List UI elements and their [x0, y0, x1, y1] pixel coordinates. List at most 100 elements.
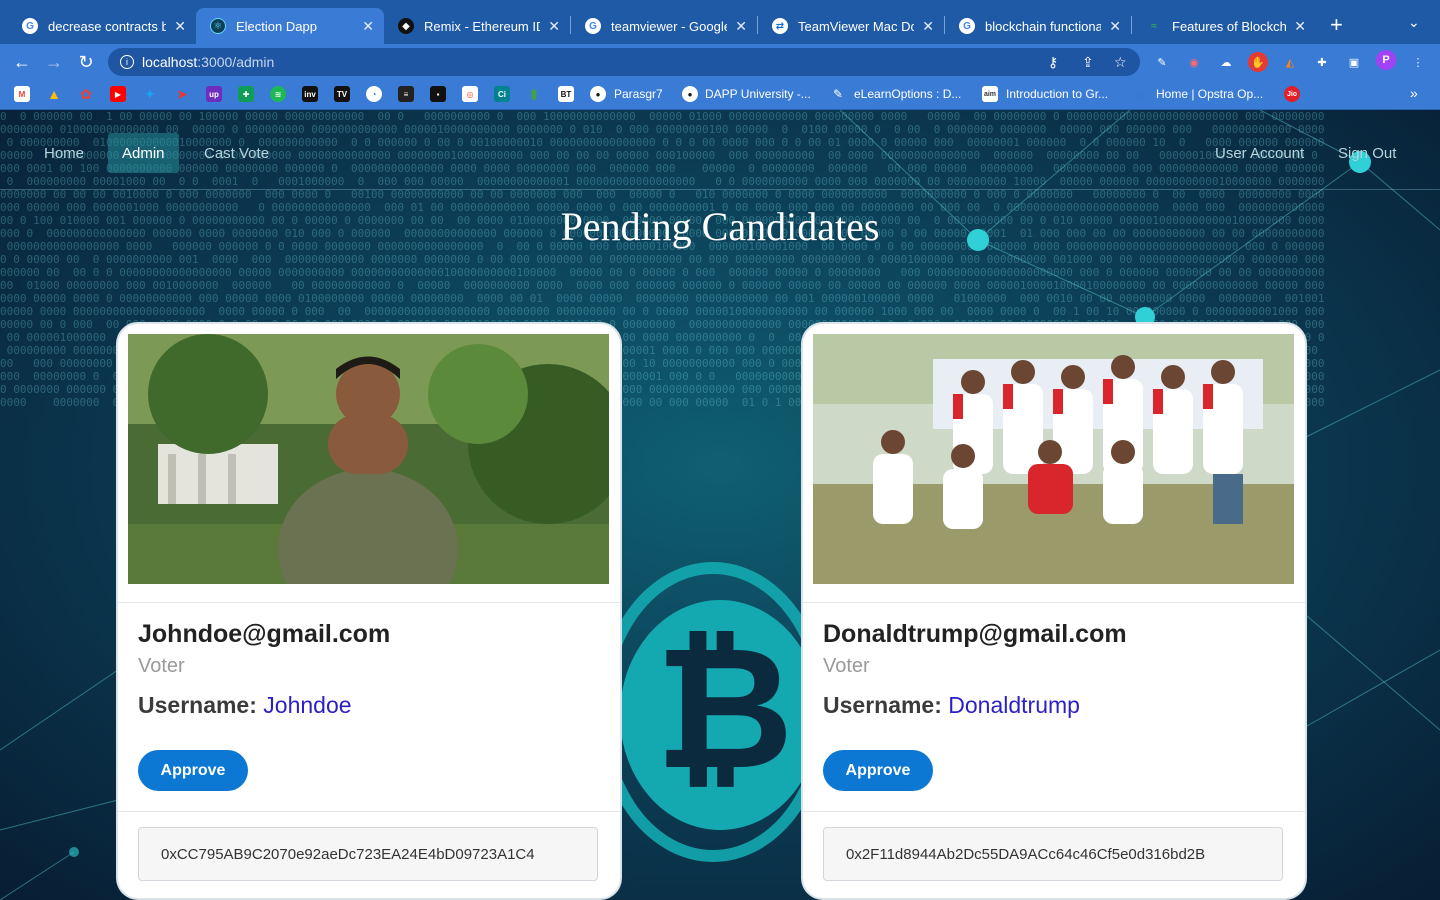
puzzle-extensions-icon[interactable]: ✚: [1312, 52, 1332, 72]
bookmark-app-icon[interactable]: ▪: [430, 86, 446, 102]
url-text: localhost:3000/admin: [142, 54, 274, 70]
bookmark-star-icon[interactable]: ☆: [1114, 54, 1127, 71]
nav-sign-out-link[interactable]: Sign Out: [1324, 133, 1410, 173]
address-bar[interactable]: i localhost:3000/admin ⚷ ⇪ ☆: [108, 48, 1140, 76]
browser-toolbar: ← → ↻ i localhost:3000/admin ⚷ ⇪ ☆ ✎ ◉ ☁…: [0, 44, 1440, 80]
nav-admin-link[interactable]: Admin: [108, 133, 179, 173]
tab-search-chevron-icon[interactable]: ⌄: [1408, 14, 1420, 31]
investing-icon[interactable]: inv: [302, 86, 318, 102]
bookmarks-overflow-icon[interactable]: »: [1410, 85, 1418, 101]
plus-app-icon[interactable]: ✚: [238, 86, 254, 102]
candidate-photo: [128, 334, 609, 584]
key-icon[interactable]: ⚷: [1048, 54, 1058, 71]
close-icon[interactable]: ✕: [548, 18, 560, 35]
share-icon[interactable]: ⇪: [1082, 54, 1094, 71]
username-value: Donaldtrump: [948, 692, 1080, 718]
bar-chart-icon[interactable]: ▮: [526, 86, 542, 102]
bookmark-dapp-university[interactable]: DAPP University -...: [705, 87, 811, 101]
google-icon: G: [585, 18, 601, 34]
close-icon[interactable]: ✕: [735, 18, 747, 35]
back-arrow-icon[interactable]: ←: [10, 50, 34, 74]
browser-tab[interactable]: G decrease contracts b ✕: [8, 8, 196, 44]
tab-title: Election Dapp: [236, 18, 317, 34]
browser-tab[interactable]: ≈ Features of Blockchai ✕: [1132, 8, 1316, 44]
card-divider: [803, 602, 1305, 603]
tradingview-icon[interactable]: TV: [334, 86, 350, 102]
close-icon[interactable]: ✕: [1294, 18, 1306, 35]
browser-tab[interactable]: ◆ Remix - Ethereum IDE ✕: [384, 8, 570, 44]
close-icon[interactable]: ✕: [922, 18, 934, 35]
teamviewer-icon: ⇄: [772, 18, 788, 34]
orange-app-icon[interactable]: ◎: [462, 86, 478, 102]
profile-avatar[interactable]: P: [1376, 50, 1396, 70]
github-icon[interactable]: ●: [590, 86, 606, 102]
wallet-address-field[interactable]: 0x2F11d8944Ab2Dc55DA9ACc64c46Cf5e0d316bd…: [823, 827, 1283, 881]
candidate-username: Username: Johndoe: [138, 692, 352, 719]
twitter-icon[interactable]: ✦: [142, 86, 158, 102]
new-tab-button[interactable]: +: [1330, 12, 1343, 38]
aim-icon[interactable]: aim: [982, 86, 998, 102]
opstra-icon[interactable]: ◌: [1133, 86, 1149, 102]
nav-user-account-link[interactable]: User Account: [1201, 133, 1318, 173]
username-label: Username:: [138, 692, 264, 718]
bookmark-introduction[interactable]: Introduction to Gr...: [1006, 87, 1108, 101]
candidate-card: Donaldtrump@gmail.com Voter Username: Do…: [803, 324, 1305, 898]
spotify-icon[interactable]: ≋: [270, 86, 286, 102]
tab-title: Remix - Ethereum IDE: [424, 18, 540, 34]
tab-title: TeamViewer Mac Dow: [798, 18, 915, 34]
candidate-role: Voter: [823, 655, 870, 677]
codeinfo-icon[interactable]: Ci: [494, 86, 510, 102]
card-divider: [118, 602, 620, 603]
url-host: localhost: [142, 54, 198, 70]
browser-tab-bar: G decrease contracts b ✕ ⚛ Election Dapp…: [0, 0, 1440, 44]
record-extension-icon[interactable]: ◉: [1184, 52, 1204, 72]
site-info-icon[interactable]: i: [120, 55, 134, 69]
metamask-fox-icon[interactable]: ◭: [1280, 52, 1300, 72]
tab-title: teamviewer - Google: [611, 18, 728, 34]
google-icon: G: [22, 18, 38, 34]
hand-extension-icon[interactable]: ✋: [1248, 52, 1268, 72]
jio-icon[interactable]: Jio: [1284, 86, 1300, 102]
pen-extension-icon[interactable]: ✎: [1152, 52, 1172, 72]
bookmark-opstra[interactable]: Home | Opstra Op...: [1156, 87, 1263, 101]
browser-tab[interactable]: G teamviewer - Google ✕: [571, 8, 757, 44]
circle-app-icon[interactable]: ◔: [366, 86, 382, 102]
reload-icon[interactable]: ↻: [74, 50, 98, 74]
gmail-icon[interactable]: M: [14, 86, 30, 102]
close-icon[interactable]: ✕: [362, 18, 374, 35]
close-icon[interactable]: ✕: [174, 18, 186, 35]
upwork-icon[interactable]: up: [206, 86, 222, 102]
browser-tab[interactable]: ⇄ TeamViewer Mac Dow ✕: [758, 8, 944, 44]
bt-icon[interactable]: BT: [558, 86, 574, 102]
candidate-photo: [813, 334, 1294, 584]
bird-icon[interactable]: ➤: [174, 86, 190, 102]
cloud-extension-icon[interactable]: ☁: [1216, 52, 1236, 72]
browser-tab-active[interactable]: ⚛ Election Dapp ✕: [196, 8, 384, 44]
kebab-menu-icon[interactable]: ⋮: [1408, 52, 1428, 72]
wallet-address-field[interactable]: 0xCC795AB9C2070e92aeDc723EA24E4bD09723A1…: [138, 827, 598, 881]
candidate-username: Username: Donaldtrump: [823, 692, 1080, 719]
site-icon: ≈: [1151, 20, 1157, 32]
url-path: :3000/admin: [197, 54, 275, 70]
approve-button[interactable]: Approve: [138, 750, 248, 791]
bitcoin-symbol-icon: ₿: [655, 610, 794, 808]
sidebar-toggle-icon[interactable]: ▣: [1344, 52, 1364, 72]
username-label: Username:: [823, 692, 949, 718]
photos-icon[interactable]: ✿: [78, 86, 94, 102]
bookmark-elearnoptions[interactable]: eLearnOptions : D...: [854, 87, 961, 101]
approve-button[interactable]: Approve: [823, 750, 933, 791]
nav-home-link[interactable]: Home: [30, 133, 98, 173]
close-icon[interactable]: ✕: [1109, 18, 1121, 35]
username-value: Johndoe: [263, 692, 352, 718]
news-icon[interactable]: ≡: [398, 86, 414, 102]
elearn-icon[interactable]: ✎: [830, 86, 846, 102]
candidate-role: Voter: [138, 655, 185, 677]
bookmark-parasgr7[interactable]: Parasgr7: [614, 87, 663, 101]
drive-icon[interactable]: ▲: [46, 86, 62, 102]
card-divider: [803, 811, 1305, 812]
browser-tab[interactable]: G blockchain functional ✕: [945, 8, 1131, 44]
forward-arrow-icon[interactable]: →: [42, 50, 66, 74]
youtube-icon[interactable]: ▶: [110, 86, 126, 102]
nav-cast-vote-link[interactable]: Cast Vote: [190, 133, 283, 173]
github-icon[interactable]: ●: [682, 86, 698, 102]
